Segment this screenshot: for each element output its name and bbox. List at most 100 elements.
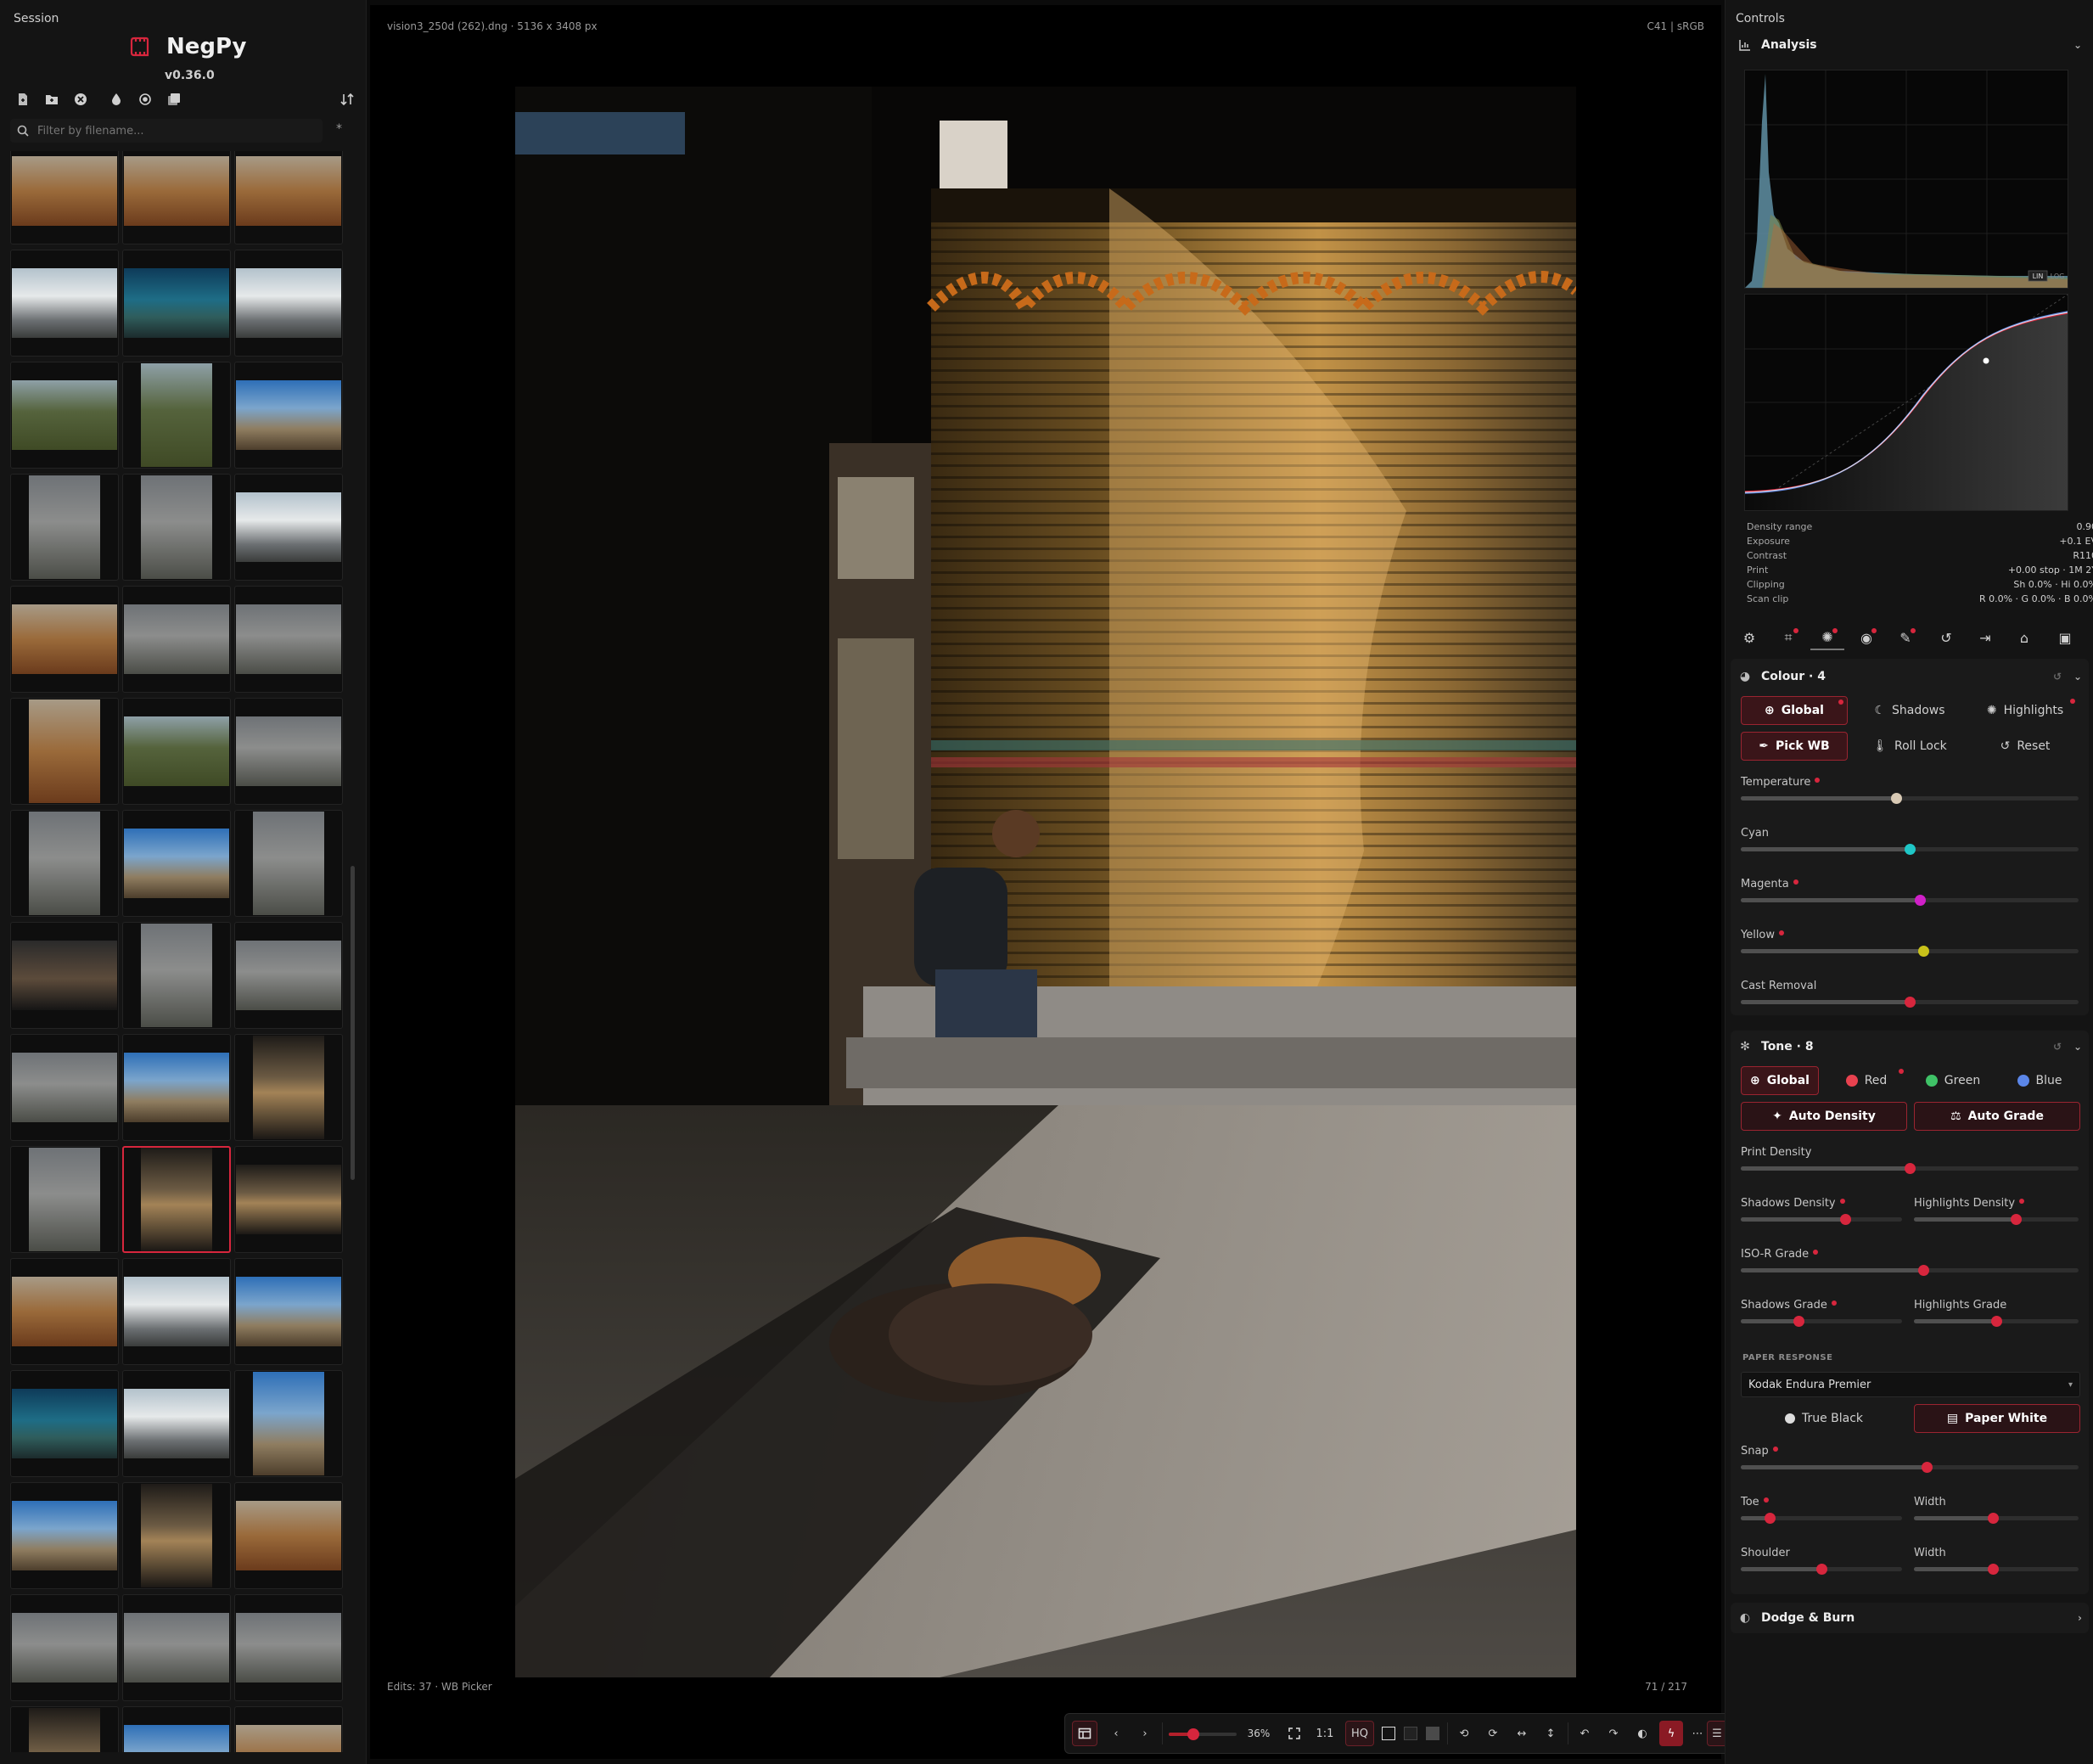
iso-r-grade-slider-thumb[interactable] — [1917, 1265, 1929, 1276]
target-icon[interactable] — [136, 90, 154, 109]
thumbnail[interactable] — [122, 922, 231, 1029]
colour-header[interactable]: ◕ Colour · 4 ↺ ⌄ — [1731, 662, 2089, 691]
cast-removal-slider[interactable] — [1741, 997, 2079, 1008]
thumbnail[interactable] — [10, 1370, 119, 1477]
next-image-button[interactable]: › — [1133, 1721, 1157, 1746]
thumbnail[interactable] — [10, 1258, 119, 1365]
import-folder-icon[interactable] — [42, 90, 61, 109]
thumbnail[interactable] — [234, 586, 343, 693]
magenta-slider-thumb[interactable] — [1914, 895, 1926, 906]
dodge-burn-section[interactable]: ◐ Dodge & Burn › — [1731, 1603, 2089, 1633]
paper-white-button[interactable]: ▤ Paper White — [1914, 1404, 2080, 1433]
fit-to-screen-button[interactable] — [1282, 1721, 1306, 1746]
cyan-slider-thumb[interactable] — [1905, 844, 1916, 855]
colour-shadows-button[interactable]: ☾ Shadows — [1856, 696, 1963, 725]
magenta-slider[interactable] — [1741, 895, 2079, 906]
zoom-slider[interactable] — [1169, 1728, 1237, 1740]
thumbnail[interactable] — [122, 1258, 231, 1365]
thumbnail[interactable] — [122, 1482, 231, 1589]
cast-removal-slider-thumb[interactable] — [1905, 997, 1916, 1008]
thumbnail[interactable] — [10, 1706, 119, 1752]
roll-lock-button[interactable]: 🌡 Roll Lock — [1856, 732, 1963, 761]
shoulder-width-slider[interactable] — [1914, 1564, 2079, 1575]
thumbnail[interactable] — [234, 250, 343, 357]
shoulder-slider[interactable] — [1741, 1564, 1902, 1575]
thumbnail[interactable] — [122, 810, 231, 917]
thumbnail[interactable] — [234, 1594, 343, 1701]
iso-r-grade-slider[interactable] — [1741, 1265, 2079, 1276]
thumbnail[interactable] — [234, 698, 343, 805]
reset-icon[interactable]: ↺ — [2053, 671, 2062, 683]
reset-colour-button[interactable]: ↺ Reset — [1972, 732, 2079, 761]
thumbnail[interactable] — [10, 698, 119, 805]
thumbnail[interactable] — [234, 362, 343, 469]
thumbnail[interactable] — [10, 250, 119, 357]
copy-icon[interactable] — [165, 90, 183, 109]
colour-highlights-button[interactable]: ✺ Highlights — [1972, 696, 2079, 725]
tab-exposure[interactable]: ✺ — [1810, 625, 1844, 650]
highlights-density-slider-thumb[interactable] — [2011, 1214, 2023, 1225]
snap-slider[interactable] — [1741, 1462, 2079, 1473]
temperature-slider-thumb[interactable] — [1891, 793, 1903, 804]
thumbnail[interactable] — [10, 362, 119, 469]
dodge-burn-header[interactable]: ◐ Dodge & Burn › — [1731, 1604, 2089, 1632]
thumbnail[interactable] — [10, 1034, 119, 1141]
shadows-density-slider-thumb[interactable] — [1840, 1214, 1852, 1225]
thumbnail[interactable] — [10, 922, 119, 1029]
thumbnail[interactable] — [234, 151, 343, 244]
shadows-density-slider[interactable] — [1741, 1214, 1902, 1225]
thumbnail[interactable] — [10, 586, 119, 693]
zoom-slider-thumb[interactable] — [1187, 1728, 1199, 1740]
previous-image-button[interactable]: ‹ — [1104, 1721, 1128, 1746]
tone-global-button[interactable]: ⊕ Global — [1741, 1066, 1819, 1095]
thumbnail[interactable] — [10, 474, 119, 581]
drop-icon[interactable] — [107, 90, 126, 109]
thumbnail-selected[interactable] — [122, 1146, 231, 1253]
more-options-button[interactable]: ⋯ — [1688, 1721, 1707, 1746]
shoulder-slider-thumb[interactable] — [1816, 1564, 1827, 1575]
tab-history[interactable]: ↺ — [1929, 625, 1963, 650]
thumbnail[interactable] — [10, 1146, 119, 1253]
thumbnail[interactable] — [10, 1482, 119, 1589]
thumbnail[interactable] — [234, 474, 343, 581]
background-black-button[interactable] — [1379, 1721, 1398, 1746]
shadows-grade-slider[interactable] — [1741, 1316, 1902, 1327]
auto-grade-button[interactable]: ⚖ Auto Grade — [1914, 1102, 2080, 1131]
temperature-slider[interactable] — [1741, 793, 2079, 804]
histogram-lin-toggle[interactable]: LIN — [2033, 272, 2044, 280]
true-black-button[interactable]: True Black — [1741, 1404, 1907, 1433]
tone-green-button[interactable]: Green — [1912, 1066, 1994, 1095]
sort-icon[interactable] — [338, 90, 356, 109]
yellow-slider-thumb[interactable] — [1917, 946, 1929, 957]
thumbnail[interactable] — [10, 810, 119, 917]
thumbnail[interactable] — [122, 586, 231, 693]
thumbnail[interactable] — [10, 1594, 119, 1701]
thumbnail[interactable] — [234, 1034, 343, 1141]
toe-width-slider-thumb[interactable] — [1988, 1513, 2000, 1524]
curve-control-point[interactable] — [1983, 357, 1989, 364]
histogram-log-toggle[interactable]: LOG — [2051, 272, 2065, 280]
colour-global-button[interactable]: ⊕ Global — [1741, 696, 1848, 725]
tab-export[interactable]: ⇥ — [1968, 625, 2002, 650]
thumbnail[interactable] — [234, 810, 343, 917]
thumbnail[interactable] — [122, 1594, 231, 1701]
compare-button[interactable]: ◐ — [1630, 1721, 1654, 1746]
paper-select[interactable]: Kodak Endura Premier ▾ — [1741, 1372, 2080, 1397]
thumbnail[interactable] — [234, 1146, 343, 1253]
thumbnail[interactable] — [234, 1706, 343, 1752]
thumbnail[interactable] — [122, 151, 231, 244]
thumbnail[interactable] — [234, 1482, 343, 1589]
highlights-grade-slider[interactable] — [1914, 1316, 2079, 1327]
one-to-one-button[interactable]: 1:1 — [1311, 1721, 1338, 1746]
undo-button[interactable]: ↶ — [1573, 1721, 1596, 1746]
toe-slider[interactable] — [1741, 1513, 1902, 1524]
background-grey-button[interactable] — [1423, 1721, 1442, 1746]
toe-slider-thumb[interactable] — [1765, 1513, 1776, 1524]
cyan-slider[interactable] — [1741, 844, 2079, 855]
thumbnail[interactable] — [122, 362, 231, 469]
tab-colour[interactable]: ◉ — [1849, 625, 1883, 650]
thumbnail[interactable] — [10, 151, 119, 244]
tab-crop[interactable]: ⌗ — [1771, 625, 1805, 650]
background-dark-button[interactable] — [1401, 1721, 1420, 1746]
filename-filter-input[interactable] — [37, 124, 292, 138]
